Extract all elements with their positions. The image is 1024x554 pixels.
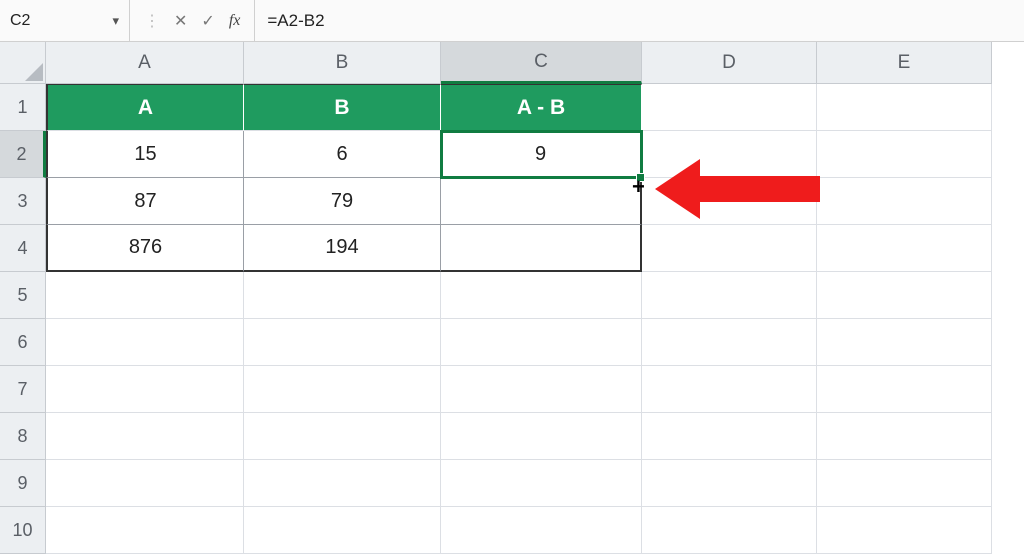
table-row: ABA - B [46,84,992,131]
cell-C5[interactable] [441,272,642,319]
annotation-arrow-icon [655,154,825,229]
row-header-2[interactable]: 2 [0,131,46,178]
cell-E6[interactable] [817,319,992,366]
row-header-10[interactable]: 10 [0,507,46,554]
cell-E2[interactable] [817,131,992,178]
cell-E8[interactable] [817,413,992,460]
name-box[interactable]: C2 ▾ [0,0,130,41]
row-header-8[interactable]: 8 [0,413,46,460]
chevron-down-icon[interactable]: ▾ [112,13,119,29]
cell-A3[interactable]: 87 [46,178,244,225]
cell-D10[interactable] [642,507,817,554]
formula-text: =A2-B2 [267,11,324,31]
cell-B6[interactable] [244,319,441,366]
separator-icon: ⋮ [144,11,160,31]
cell-B1[interactable]: B [244,84,441,131]
row-header-5[interactable]: 5 [0,272,46,319]
column-headers: ABCDE [46,42,992,84]
formula-bar: C2 ▾ ⋮ ✕ ✓ fx =A2-B2 [0,0,1024,42]
cell-B9[interactable] [244,460,441,507]
cell-C1[interactable]: A - B [441,84,642,131]
table-row [46,507,992,554]
column-header-a[interactable]: A [46,42,244,84]
row-header-3[interactable]: 3 [0,178,46,225]
column-header-e[interactable]: E [817,42,992,84]
formula-bar-buttons: ⋮ ✕ ✓ fx [130,0,255,41]
row-header-9[interactable]: 9 [0,460,46,507]
cell-B8[interactable] [244,413,441,460]
enter-icon[interactable]: ✓ [201,11,214,31]
cell-B4[interactable]: 194 [244,225,441,272]
table-row: 876194 [46,225,992,272]
cell-C7[interactable] [441,366,642,413]
cell-A4[interactable]: 876 [46,225,244,272]
cell-E5[interactable] [817,272,992,319]
row-header-1[interactable]: 1 [0,84,46,131]
cell-D1[interactable] [642,84,817,131]
cell-E3[interactable] [817,178,992,225]
cell-C10[interactable] [441,507,642,554]
cell-C6[interactable] [441,319,642,366]
cell-E9[interactable] [817,460,992,507]
table-row: 1569 [46,131,992,178]
cell-B3[interactable]: 79 [244,178,441,225]
cell-D5[interactable] [642,272,817,319]
fx-icon[interactable]: fx [229,12,241,30]
cell-B2[interactable]: 6 [244,131,441,178]
cell-C9[interactable] [441,460,642,507]
table-row [46,413,992,460]
cell-C4[interactable] [441,225,642,272]
cell-A6[interactable] [46,319,244,366]
cell-D6[interactable] [642,319,817,366]
cell-D9[interactable] [642,460,817,507]
cell-C3[interactable] [441,178,642,225]
cancel-icon[interactable]: ✕ [174,11,187,31]
table-row [46,366,992,413]
cell-A1[interactable]: A [46,84,244,131]
cell-E10[interactable] [817,507,992,554]
cell-E1[interactable] [817,84,992,131]
column-header-c[interactable]: C [441,42,642,84]
cell-C2[interactable]: 9 [441,131,642,178]
cell-A9[interactable] [46,460,244,507]
cell-A10[interactable] [46,507,244,554]
formula-input[interactable]: =A2-B2 [255,11,1024,31]
table-row [46,272,992,319]
cell-D4[interactable] [642,225,817,272]
cell-A5[interactable] [46,272,244,319]
column-header-d[interactable]: D [642,42,817,84]
cell-C8[interactable] [441,413,642,460]
row-header-4[interactable]: 4 [0,225,46,272]
cell-B10[interactable] [244,507,441,554]
cell-A2[interactable]: 15 [46,131,244,178]
row-header-6[interactable]: 6 [0,319,46,366]
name-box-value: C2 [10,12,30,30]
select-all-triangle-icon [25,63,43,81]
cell-D7[interactable] [642,366,817,413]
row-headers: 12345678910 [0,84,46,554]
fill-handle-cursor-icon: + [632,176,645,198]
cell-E4[interactable] [817,225,992,272]
table-row [46,319,992,366]
cell-A8[interactable] [46,413,244,460]
cell-B5[interactable] [244,272,441,319]
cell-E7[interactable] [817,366,992,413]
table-row [46,460,992,507]
table-row: 8779 [46,178,992,225]
row-header-7[interactable]: 7 [0,366,46,413]
column-header-b[interactable]: B [244,42,441,84]
cells-area[interactable]: ABA - B15698779876194 [46,84,992,554]
select-all-corner[interactable] [0,42,46,84]
cell-B7[interactable] [244,366,441,413]
cell-A7[interactable] [46,366,244,413]
cell-D8[interactable] [642,413,817,460]
